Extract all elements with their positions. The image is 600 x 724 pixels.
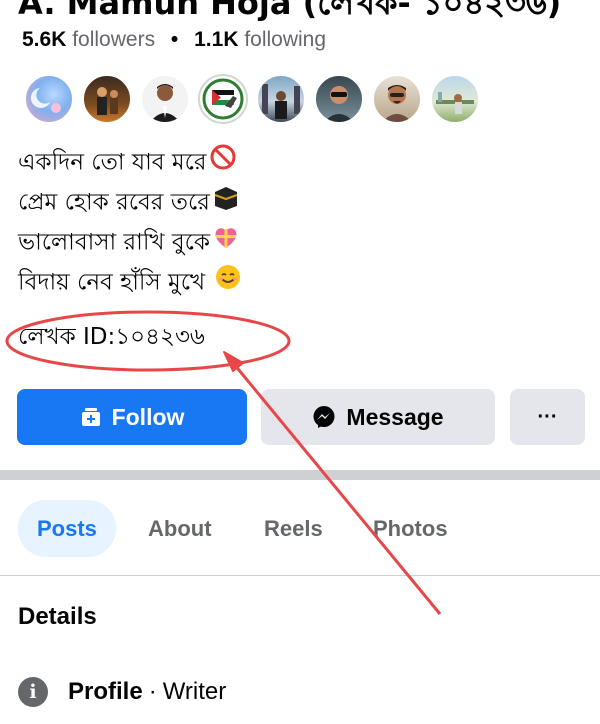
profile-detail-label: Profile [68,678,143,705]
followers-count: 5.6K [22,28,67,51]
follow-button[interactable]: Follow [17,389,247,445]
annotation-arrow-head [223,351,244,372]
stats-separator: • [170,28,179,51]
kaaba-icon [212,183,240,223]
bio-line-text: ভালোবাসা রাখি বুকে [18,229,210,256]
avatar[interactable] [372,74,422,124]
tab-about[interactable]: About [148,500,212,557]
info-icon: i [18,677,48,707]
avatar[interactable] [198,74,248,124]
follower-stats[interactable]: 5.6K followers • 1.1K following [22,28,326,52]
following-label: following [244,28,327,51]
profile-detail-row: i Profile · Writer [18,675,226,709]
heart-gift-icon [212,223,240,263]
section-divider [0,470,600,480]
smile-icon [214,263,242,303]
follow-label: Follow [111,403,185,430]
message-button[interactable]: Message [261,389,495,445]
details-heading: Details [18,603,97,630]
writer-id: লেখক ID:১০৪২৩৬ [18,324,205,350]
tabs-separator [0,575,600,576]
message-label: Message [346,403,444,430]
avatar[interactable] [430,74,480,124]
tab-photos[interactable]: Photos [373,500,448,557]
more-button[interactable]: ··· [510,389,585,445]
bio-line: ভালোবাসা রাখি বুকে [18,223,242,263]
profile-detail-value: Writer [162,678,227,705]
profile-detail-separator: · [148,678,157,705]
more-icon: ··· [537,405,558,428]
follow-icon [80,406,102,428]
avatar[interactable] [24,74,74,124]
tab-reels[interactable]: Reels [264,500,323,557]
messenger-icon [312,405,336,429]
avatar[interactable] [256,74,306,124]
bio-line-text: একদিন তো যাব মরে [18,149,207,176]
bio-line: বিদায় নেব হাঁসি মুখে [18,263,242,303]
prohibited-icon [209,143,237,183]
bio-line-text: বিদায় নেব হাঁসি মুখে [18,269,206,296]
profile-bio: একদিন তো যাব মরে প্রেম হোক রবের তরে ভালো… [18,143,242,303]
bio-line: একদিন তো যাব মরে [18,143,242,183]
following-count: 1.1K [194,28,239,51]
tab-posts[interactable]: Posts [18,500,116,557]
followers-label: followers [72,28,156,51]
bio-line-text: প্রেম হোক রবের তরে [18,189,210,216]
avatar[interactable] [314,74,364,124]
avatar[interactable] [140,74,190,124]
bio-line: প্রেম হোক রবের তরে [18,183,242,223]
avatar[interactable] [82,74,132,124]
